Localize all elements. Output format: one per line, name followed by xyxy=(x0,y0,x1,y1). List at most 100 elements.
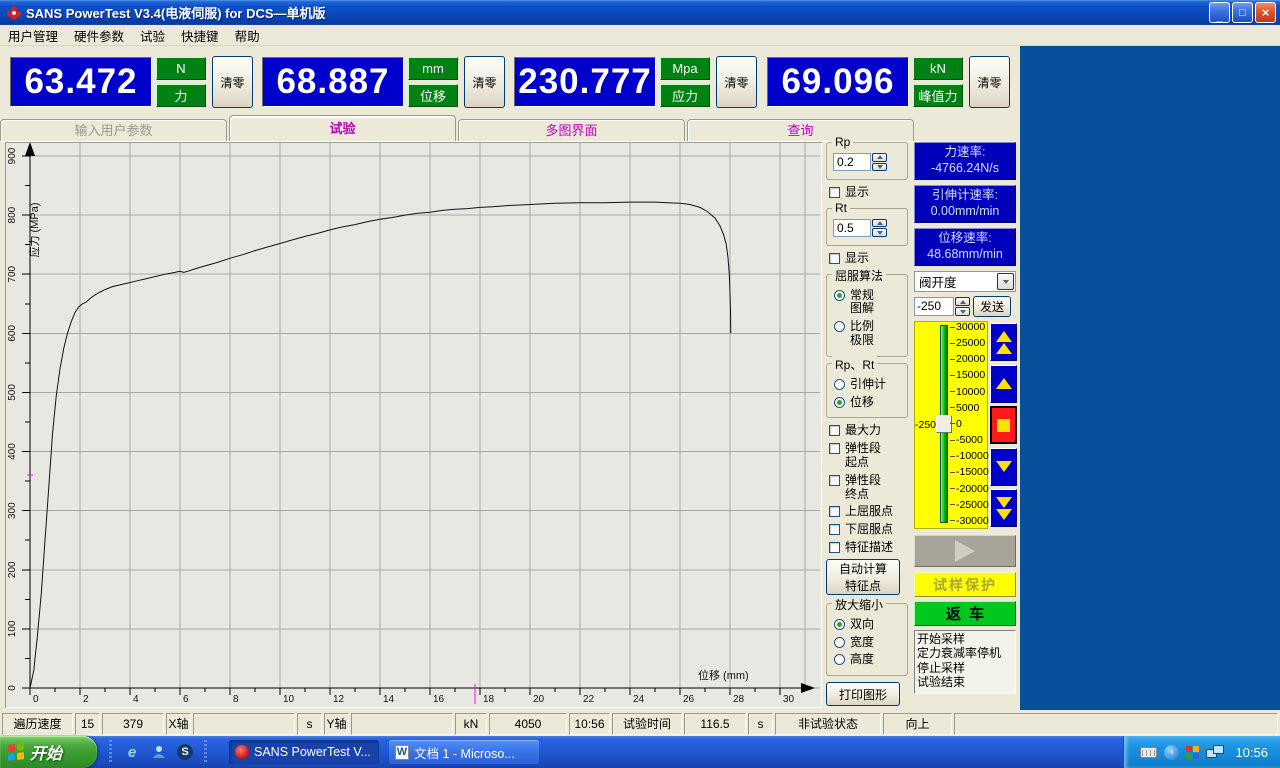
force-label[interactable]: 力 xyxy=(156,84,206,107)
stress-displacement-chart: 0 100 200 300 400 500 600 700 800 900 0 2 4 6 8 10 12 14 1… xyxy=(5,142,822,708)
displacement-label[interactable]: 位移 xyxy=(408,84,458,107)
tab-multi-graph[interactable]: 多图界面 xyxy=(458,119,685,141)
elastic-start-checkbox[interactable] xyxy=(829,443,840,455)
valve-value-spinner[interactable] xyxy=(955,297,970,316)
status-cell: 4050 xyxy=(489,712,567,735)
force-clear-button[interactable]: 清零 xyxy=(212,56,253,108)
auto-calc-button[interactable]: 自动计算 特征点 xyxy=(826,558,900,595)
status-cell: 10:56 xyxy=(569,712,610,735)
keyboard-tray-icon[interactable] xyxy=(1140,746,1158,758)
stop-button[interactable] xyxy=(990,406,1017,444)
upper-yield-checkbox[interactable] xyxy=(829,506,840,518)
tab-query[interactable]: 查询 xyxy=(687,119,914,141)
svg-text:100: 100 xyxy=(7,620,18,637)
rp-rt-source-group: Rp、Rt 引伸计 位移 xyxy=(826,355,908,419)
valve-opening-select[interactable]: 阀开度 xyxy=(914,271,1016,292)
stress-label[interactable]: 应力 xyxy=(660,84,710,107)
tray-app-icon[interactable] xyxy=(1186,745,1200,759)
close-button[interactable]: × xyxy=(1255,2,1276,23)
taskbar-task-sans[interactable]: SANS PowerTest V... xyxy=(229,740,379,764)
status-bar: 遍历速度 15 379 X轴 s Y轴 kN 4050 10:56 试验时间 116.5 s 非试验状态… xyxy=(0,710,1280,736)
fast-down-button[interactable] xyxy=(990,489,1017,527)
peak-force-label[interactable]: 峰值力 xyxy=(913,84,963,107)
status-cell: X轴 xyxy=(166,712,191,735)
menu-shortcuts[interactable]: 快捷键 xyxy=(173,24,227,47)
separator xyxy=(204,740,207,764)
tab-test[interactable]: 试验 xyxy=(229,115,456,141)
lower-yield-checkbox[interactable] xyxy=(829,524,840,536)
svg-text:0: 0 xyxy=(7,685,18,691)
log-line: 试验结束 xyxy=(917,675,966,690)
yield-normal-radio[interactable] xyxy=(834,289,845,301)
menu-hardware-params[interactable]: 硬件参数 xyxy=(66,24,132,47)
windows-logo-icon xyxy=(8,743,24,761)
status-cell: 非试验状态 xyxy=(775,712,881,735)
rp-spinner[interactable] xyxy=(872,153,887,171)
machine-control-panel: 力速率: -4766.24N/s 引伸计速率: 0.00mm/min 位移速率: 48… xyxy=(914,142,1018,708)
displacement-radio[interactable] xyxy=(834,396,845,408)
peak-force-clear-button[interactable]: 清零 xyxy=(969,56,1010,108)
run-button[interactable] xyxy=(914,535,1016,567)
slider-scale-label: -20000 xyxy=(950,483,989,495)
menu-test[interactable]: 试验 xyxy=(132,24,173,47)
combo-dropdown-icon[interactable] xyxy=(997,273,1014,290)
extensometer-radio[interactable] xyxy=(834,378,845,390)
down-button[interactable] xyxy=(990,447,1017,486)
up-button[interactable] xyxy=(990,364,1017,403)
rp-value-input[interactable]: 0.2 xyxy=(833,153,871,171)
yield-method-group: 屈服算法 常规 图解 比例 极限 xyxy=(826,266,908,357)
rt-show-checkbox[interactable] xyxy=(829,252,840,264)
max-force-checkbox[interactable] xyxy=(829,425,840,437)
rp-show-checkbox[interactable] xyxy=(829,187,840,198)
hide-icons-chevron[interactable]: ‹ xyxy=(1164,744,1180,760)
rt-value-input[interactable]: 0.5 xyxy=(833,218,871,237)
status-cell: 116.5 xyxy=(684,712,746,735)
valve-value-input[interactable]: -250 xyxy=(914,297,954,316)
menu-user-management[interactable]: 用户管理 xyxy=(0,24,66,47)
slider-scale: 30000 25000 20000 15000 10000 5000 0 -5000 -1000… xyxy=(950,321,989,527)
yield-proportional-radio[interactable] xyxy=(834,321,845,333)
svg-text:400: 400 xyxy=(7,443,18,460)
maximize-button[interactable]: □ xyxy=(1232,2,1253,23)
s-app-icon[interactable]: S xyxy=(177,744,193,760)
svg-text:30: 30 xyxy=(783,694,795,705)
ie-icon[interactable]: e xyxy=(123,743,141,761)
svg-text:700: 700 xyxy=(7,265,18,282)
svg-text:800: 800 xyxy=(7,206,18,223)
elastic-end-checkbox[interactable] xyxy=(829,474,840,486)
network-tray-icon[interactable] xyxy=(1206,745,1225,759)
svg-text:10: 10 xyxy=(283,694,295,705)
fast-up-button[interactable] xyxy=(990,323,1017,361)
minimize-button[interactable]: _ xyxy=(1209,2,1230,23)
valve-slider: -250 30000 25000 20000 15000 10000 5000 0 -5000… xyxy=(914,321,1017,529)
send-button[interactable]: 发送 xyxy=(973,296,1011,317)
svg-text:16: 16 xyxy=(433,694,445,705)
zoom-width-radio[interactable] xyxy=(834,636,845,648)
print-graph-button[interactable]: 打印图形 xyxy=(826,682,900,707)
rt-group: Rt 0.5 xyxy=(826,200,908,246)
messenger-icon[interactable] xyxy=(150,743,168,761)
displacement-clear-button[interactable]: 清零 xyxy=(464,56,505,108)
jog-buttons xyxy=(990,323,1017,527)
return-button[interactable]: 返 车 xyxy=(914,601,1016,626)
force-unit: N xyxy=(156,57,206,80)
feature-checkbox-list: 最大力 弹性段 起点 弹性段 终点 上屈服点 下屈服点 特征描述 xyxy=(826,424,908,554)
taskbar-task-word[interactable]: W 文档 1 - Microso... xyxy=(389,740,539,764)
stress-clear-button[interactable]: 清零 xyxy=(716,56,757,108)
displacement-value-display: 68.887 xyxy=(262,57,404,107)
svg-text:600: 600 xyxy=(7,325,18,342)
start-button[interactable]: 开始 xyxy=(0,736,97,768)
specimen-protect-button[interactable]: 试样保护 xyxy=(914,572,1016,597)
zoom-mode-group: 放大缩小 双向 宽度 高度 xyxy=(826,595,908,677)
zoom-height-radio[interactable] xyxy=(834,654,845,666)
tab-input-user-params[interactable]: 输入用户参数 xyxy=(0,119,227,141)
tab-strip: 输入用户参数 试验 多图界面 查询 xyxy=(0,115,920,142)
zoom-both-radio[interactable] xyxy=(834,618,845,630)
extensometer-rate-display: 引伸计速率: 0.00mm/min xyxy=(914,185,1016,223)
rt-spinner[interactable] xyxy=(872,218,887,237)
peak-force-unit: kN xyxy=(913,57,963,80)
feature-desc-checkbox[interactable] xyxy=(829,541,840,553)
menu-help[interactable]: 帮助 xyxy=(227,24,268,47)
slider-scale-label: 15000 xyxy=(950,369,989,381)
slider-scale-label: 20000 xyxy=(950,353,989,365)
